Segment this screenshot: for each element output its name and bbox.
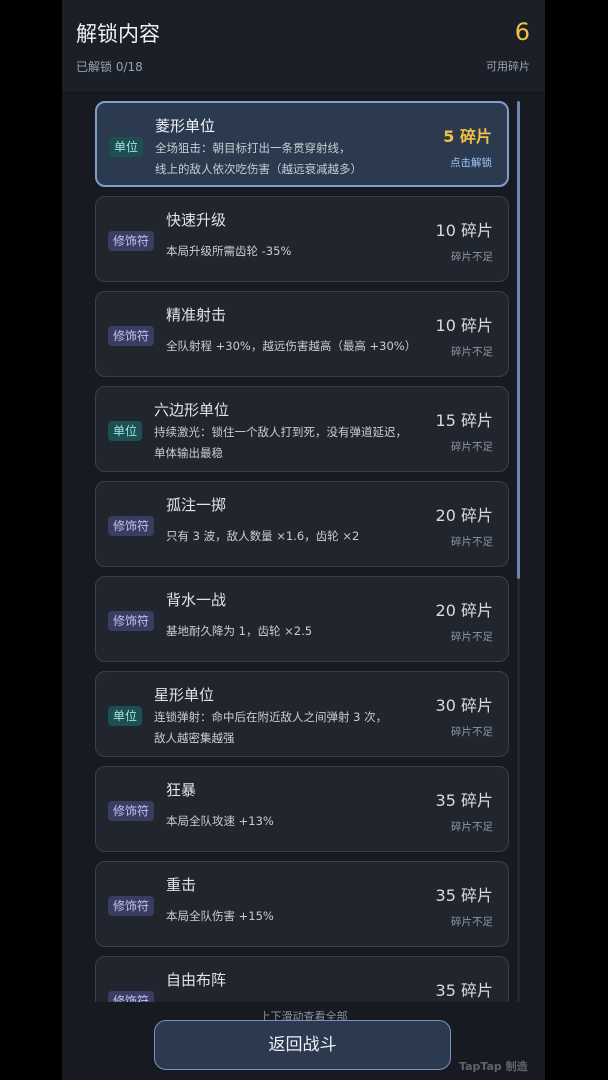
card-description: 基地耐久降为 1，齿轮 ×2.5 <box>166 621 416 642</box>
return-to-battle-button[interactable]: 返回战斗 <box>154 1020 451 1070</box>
type-badge: 修饰符 <box>108 801 155 821</box>
type-badge: 修饰符 <box>108 231 155 251</box>
unlock-card-diamond-unit[interactable]: 单位 菱形单位 全场狙击：朝目标打出一条贯穿射线， 线上的敌人依次吃伤害（越远衰… <box>95 101 509 187</box>
card-status: 碎片不足 <box>451 251 493 263</box>
unlock-card-star-unit[interactable]: 单位 星形单位 连锁弹射：命中后在附近敌人之间弹射 3 次， 敌人越密集越强 3… <box>95 671 509 757</box>
unlock-card-fast-upgrade[interactable]: 修饰符 快速升级 本局升级所需齿轮 -35% 10 碎片 碎片不足 <box>95 196 509 282</box>
available-shards-label: 可用碎片 <box>486 60 530 73</box>
card-description: 只有 3 波，敌人数量 ×1.6，齿轮 ×2 <box>166 526 416 547</box>
card-status: 碎片不足 <box>451 346 493 358</box>
card-name: 快速升级 <box>166 211 227 229</box>
unlock-card-heavy-strike[interactable]: 修饰符 重击 本局全队伤害 +15% 35 碎片 碎片不足 <box>95 861 509 947</box>
card-status: 碎片不足 <box>451 631 493 643</box>
card-description: 连锁弹射：命中后在附近敌人之间弹射 3 次， 敌人越密集越强 <box>154 707 404 749</box>
type-badge: 修饰符 <box>108 991 155 1002</box>
card-description-line: 本局全队伤害 +15% <box>166 909 274 923</box>
card-name: 六边形单位 <box>154 401 230 419</box>
card-name: 菱形单位 <box>155 117 216 135</box>
unlock-card-last-stand[interactable]: 修饰符 背水一战 基地耐久降为 1，齿轮 ×2.5 20 碎片 碎片不足 <box>95 576 509 662</box>
card-description-line: 线上的敌人依次吃伤害（越远衰减越多） <box>155 162 362 176</box>
unlock-card-berserk[interactable]: 修饰符 狂暴 本局全队攻速 +13% 35 碎片 碎片不足 <box>95 766 509 852</box>
card-cost: 10 碎片 <box>435 221 493 240</box>
card-description-line: 连锁弹射：命中后在附近敌人之间弹射 3 次， <box>154 710 388 724</box>
type-badge: 修饰符 <box>108 611 155 631</box>
unlock-card-hexagon-unit[interactable]: 单位 六边形单位 持续激光：锁住一个敌人打到死，没有弹道延迟， 单体输出最稳 1… <box>95 386 509 472</box>
card-description: 持续激光：锁住一个敌人打到死，没有弹道延迟， 单体输出最稳 <box>154 422 424 464</box>
type-badge: 单位 <box>108 706 143 726</box>
type-badge: 单位 <box>108 421 143 441</box>
card-status: 碎片不足 <box>451 821 493 833</box>
card-cost: 35 碎片 <box>435 791 493 810</box>
available-shards-count: 6 <box>514 18 530 46</box>
type-badge: 修饰符 <box>108 326 155 346</box>
card-status: 碎片不足 <box>451 536 493 548</box>
card-name: 星形单位 <box>154 686 215 704</box>
unlock-progress: 已解锁 0/18 <box>76 60 143 74</box>
card-name: 自由布阵 <box>166 971 227 989</box>
card-status: 碎片不足 <box>451 441 493 453</box>
card-description-line: 本局全队攻速 +13% <box>166 814 274 828</box>
card-cost: 20 碎片 <box>435 506 493 525</box>
card-description-line: 只有 3 波，敌人数量 ×1.6，齿轮 ×2 <box>166 529 360 543</box>
card-description-line: 本局升级所需齿轮 -35% <box>166 244 292 258</box>
unlock-action-label[interactable]: 点击解锁 <box>450 155 492 170</box>
card-description: 本局全队攻速 +13% <box>166 811 416 832</box>
taptap-watermark: TapTap 制造 <box>459 1060 528 1073</box>
card-description-line: 敌人越密集越强 <box>154 731 235 745</box>
card-status: 碎片不足 <box>451 726 493 738</box>
type-badge: 单位 <box>109 137 144 157</box>
card-name: 孤注一掷 <box>166 496 227 514</box>
card-cost: 35 碎片 <box>435 981 493 1000</box>
card-cost: 10 碎片 <box>435 316 493 335</box>
card-cost: 15 碎片 <box>435 411 493 430</box>
unlock-card-all-in[interactable]: 修饰符 孤注一掷 只有 3 波，敌人数量 ×1.6，齿轮 ×2 20 碎片 碎片… <box>95 481 509 567</box>
card-name: 重击 <box>166 876 197 894</box>
card-name: 精准射击 <box>166 306 227 324</box>
unlock-list[interactable]: 单位 菱形单位 全场狙击：朝目标打出一条贯穿射线， 线上的敌人依次吃伤害（越远衰… <box>95 101 511 1002</box>
unlock-card-precision-shot[interactable]: 修饰符 精准射击 全队射程 +30%，越远伤害越高（最高 +30%） 10 碎片… <box>95 291 509 377</box>
card-cost: 35 碎片 <box>435 886 493 905</box>
card-description-line: 全场狙击：朝目标打出一条贯穿射线， <box>155 141 351 155</box>
card-description-line: 持续激光：锁住一个敌人打到死，没有弹道延迟， <box>154 425 407 439</box>
card-name: 狂暴 <box>166 781 197 799</box>
card-description: 本局升级所需齿轮 -35% <box>166 241 416 262</box>
scrollbar-thumb[interactable] <box>517 101 520 579</box>
card-cost: 5 碎片 <box>443 127 492 146</box>
card-status: 碎片不足 <box>451 916 493 928</box>
card-description-line: 基地耐久降为 1，齿轮 ×2.5 <box>166 624 313 638</box>
unlock-header: 解锁内容 已解锁 0/18 6 可用碎片 <box>62 0 545 93</box>
type-badge: 修饰符 <box>108 896 155 916</box>
card-description: 本局全队伤害 +15% <box>166 906 416 927</box>
card-cost: 30 碎片 <box>435 696 493 715</box>
card-description: 全场狙击：朝目标打出一条贯穿射线， 线上的敌人依次吃伤害（越远衰减越多） <box>155 138 405 180</box>
card-description: 全队射程 +30%，越远伤害越高（最高 +30%） <box>166 336 436 357</box>
unlock-card-free-formation[interactable]: 修饰符 自由布阵 35 碎片 <box>95 956 509 1002</box>
card-cost: 20 碎片 <box>435 601 493 620</box>
card-name: 背水一战 <box>166 591 227 609</box>
page-title: 解锁内容 <box>76 22 160 46</box>
type-badge: 修饰符 <box>108 516 155 536</box>
card-description-line: 单体输出最稳 <box>154 446 223 460</box>
card-description-line: 全队射程 +30%，越远伤害越高（最高 +30%） <box>166 339 417 353</box>
